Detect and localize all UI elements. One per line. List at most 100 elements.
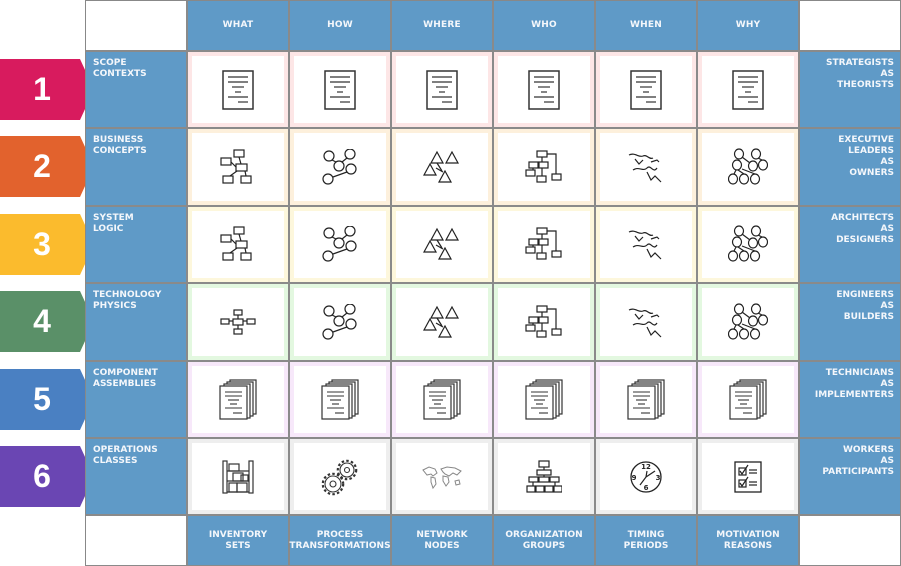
column-header-label: WHAT	[222, 20, 254, 30]
grid-cell-content	[498, 288, 590, 356]
grid-cell[interactable]	[290, 129, 392, 207]
grid-cell[interactable]	[698, 284, 800, 362]
grid-cell-content	[702, 56, 794, 124]
grid-cell[interactable]	[188, 438, 290, 517]
grid-cell[interactable]	[290, 361, 392, 439]
column-header-what: WHAT	[188, 1, 290, 52]
clock-3: 3	[656, 474, 661, 482]
entity-cross-icon	[220, 309, 256, 335]
grid-cell-content	[702, 288, 794, 356]
grid-cell[interactable]	[188, 361, 290, 439]
grid-cell[interactable]	[596, 361, 698, 439]
network-triangles-icon	[423, 305, 461, 339]
grid-cell[interactable]	[392, 129, 494, 207]
process-graph-icon	[322, 226, 358, 263]
grid-cell-content	[498, 365, 590, 433]
row-number: 1	[33, 71, 51, 107]
grid-cell[interactable]	[494, 284, 596, 362]
grid-cell-content: 12 3 6 9	[600, 442, 692, 511]
row-number-arrow: 3	[0, 213, 94, 275]
grid-cell[interactable]	[494, 438, 596, 517]
document-icon	[221, 69, 255, 111]
grid-cell[interactable]	[188, 129, 290, 207]
grid-cell-content	[600, 288, 692, 356]
gears-icon	[320, 458, 360, 496]
document-stack-icon	[524, 378, 564, 420]
grid-cell[interactable]	[392, 52, 494, 130]
grid-cell[interactable]: 12 3 6 9	[596, 438, 698, 517]
row-label-text: TECHNOLOGY PHYSICS	[93, 290, 162, 312]
row-label-6: OPERATIONS CLASSES	[86, 438, 188, 517]
perspective-label-3: ARCHITECTS AS DESIGNERS	[800, 206, 901, 285]
perspective-label-text: TECHNICIANS AS IMPLEMENTERS	[814, 367, 894, 400]
grid-cell-content	[294, 442, 386, 511]
grid-cell-content	[702, 365, 794, 433]
row-number: 4	[33, 303, 51, 340]
motivation-tree-icon	[728, 225, 768, 263]
grid-cell[interactable]	[188, 284, 290, 362]
clock-9: 9	[632, 474, 637, 482]
column-footer: MOTIVATION REASONS	[698, 516, 800, 566]
corner-bottom-right	[800, 516, 901, 566]
grid-cell-content	[396, 210, 488, 279]
grid-cell-content	[702, 442, 794, 511]
document-stack-icon	[626, 378, 666, 420]
column-footer-label: MOTIVATION REASONS	[716, 529, 780, 551]
grid-cell-content	[294, 365, 386, 433]
row-number-arrow: 5	[0, 368, 94, 430]
perspective-label-2: EXECUTIVE LEADERS AS OWNERS	[800, 129, 901, 207]
grid-cell[interactable]	[392, 361, 494, 439]
grid-cell-content	[396, 365, 488, 433]
grid-cell[interactable]	[290, 284, 392, 362]
org-tree-icon	[525, 305, 563, 339]
grid-cell[interactable]	[698, 206, 800, 285]
grid-cell[interactable]	[392, 438, 494, 517]
row-label-2: BUSINESS CONCEPTS	[86, 129, 188, 207]
row-label-text: OPERATIONS CLASSES	[93, 444, 158, 466]
grid-cell[interactable]	[596, 129, 698, 207]
grid-cell[interactable]	[698, 52, 800, 130]
grid-cell[interactable]	[698, 129, 800, 207]
grid-cell[interactable]	[596, 206, 698, 285]
perspective-label-text: EXECUTIVE LEADERS AS OWNERS	[838, 135, 894, 179]
grid-cell[interactable]	[290, 52, 392, 130]
row-label-text: COMPONENT ASSEMBLIES	[93, 367, 158, 389]
grid-cell[interactable]	[392, 284, 494, 362]
grid-cell[interactable]	[596, 52, 698, 130]
grid-cell[interactable]	[494, 129, 596, 207]
corner-top-right	[800, 1, 901, 52]
hierarchy-icon	[526, 460, 562, 494]
grid-cell[interactable]	[290, 438, 392, 517]
grid-cell[interactable]	[188, 206, 290, 285]
grid-cell[interactable]	[290, 206, 392, 285]
document-stack-icon	[422, 378, 462, 420]
grid-cell[interactable]	[596, 284, 698, 362]
grid-cell[interactable]	[698, 361, 800, 439]
grid-cell-content	[600, 133, 692, 201]
grid-cell[interactable]	[392, 206, 494, 285]
process-graph-icon	[322, 149, 358, 185]
document-stack-icon	[728, 378, 768, 420]
column-footer: TIMING PERIODS	[596, 516, 698, 566]
column-footer-label: ORGANIZATION GROUPS	[505, 529, 583, 551]
column-footer: PROCESS TRANSFORMATIONS	[289, 516, 392, 566]
grid-cell-content	[702, 133, 794, 201]
document-stack-icon	[320, 378, 360, 420]
grid-cell-content	[192, 56, 284, 124]
column-header-label: HOW	[327, 20, 353, 30]
grid-cell-content	[396, 133, 488, 201]
grid-cell-content	[600, 365, 692, 433]
column-footer: NETWORK NODES	[392, 516, 494, 566]
column-header-when: WHEN	[596, 1, 698, 52]
timeline-sketch-icon	[627, 227, 665, 261]
grid-cell[interactable]	[698, 438, 800, 517]
corner-top-left	[86, 1, 188, 52]
grid-cell-content	[498, 442, 590, 511]
zachman-framework-grid: WHAT HOW WHERE WHO WHEN WHY SCOPE CONTEXTS STRA…	[85, 0, 901, 566]
grid-cell[interactable]	[494, 52, 596, 130]
grid-cell[interactable]	[494, 206, 596, 285]
grid-cell-content	[498, 133, 590, 201]
grid-cell[interactable]	[188, 52, 290, 130]
document-icon	[527, 69, 561, 111]
grid-cell[interactable]	[494, 361, 596, 439]
